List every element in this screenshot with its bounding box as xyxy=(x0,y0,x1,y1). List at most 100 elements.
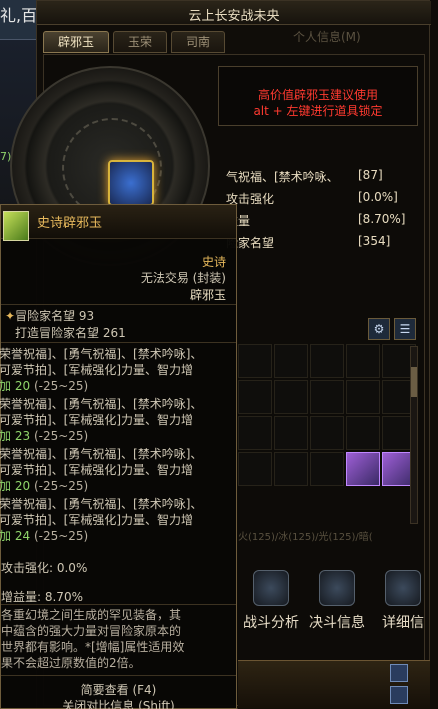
tab-bar: 辟邪玉 玉荣 司南 xyxy=(43,31,226,53)
bottom-right-icons xyxy=(390,664,408,704)
item-description: 各重幻境之间生成的罕见装备，其 中蕴含的强大力量对冒险家原本的 世界都有影响。*… xyxy=(1,607,236,671)
inventory-toolbar: ⚙ ☰ xyxy=(368,318,416,340)
calendar-icon[interactable] xyxy=(390,664,408,682)
buff-value-line: 加 20 (-25~25) xyxy=(0,477,88,494)
stat-row: 气祝福、[禁术吟咏、 [87] xyxy=(226,166,416,188)
buff-value: 20 xyxy=(14,379,31,393)
inventory-slot[interactable] xyxy=(310,344,344,378)
notice-line-2: alt + 左键进行道具锁定 xyxy=(253,104,383,118)
buff-value: 20 xyxy=(14,479,31,493)
buff-lines: 荣誉祝福]、[勇气祝福]、[禁术吟咏]、 可爱节拍]、[军械强化]力量、智力增 … xyxy=(0,345,236,545)
battle-analysis-button[interactable]: 战斗分析 xyxy=(238,566,304,638)
duel-info-button[interactable]: 决斗信息 xyxy=(304,566,370,638)
divider xyxy=(1,304,236,305)
description-line: 世界都有影响。*[增幅]属性适用效 xyxy=(1,640,185,654)
party-icon[interactable] xyxy=(390,686,408,704)
inventory-slot[interactable] xyxy=(274,452,308,486)
jade-item-icon xyxy=(3,211,29,241)
personal-info-tab-faded[interactable]: 个人信息(M) xyxy=(293,28,361,45)
buff-amount-stat: 增益量: 8.70% xyxy=(1,590,83,604)
inventory-slot[interactable] xyxy=(238,452,272,486)
item-type: 辟邪玉 xyxy=(189,288,226,302)
duel-info-icon xyxy=(319,570,355,606)
battle-analysis-icon xyxy=(253,570,289,606)
buff-prefix: 加 xyxy=(0,529,15,543)
inventory-slot[interactable] xyxy=(274,416,308,450)
element-resist-line: 火(125)/冰(125)/光(125)/暗( xyxy=(238,532,373,543)
tab-jade-glory[interactable]: 玉荣 xyxy=(113,31,168,53)
inventory-slot[interactable] xyxy=(274,380,308,414)
stat-value: [8.70%] xyxy=(358,212,406,226)
inventory-slot[interactable] xyxy=(310,452,344,486)
buff-block: 荣誉祝福]、[勇气祝福]、[禁术吟咏]、 可爱节拍]、[军械强化]力量、智力增 … xyxy=(0,395,236,445)
inventory-grid xyxy=(238,344,416,486)
inventory-slot[interactable] xyxy=(238,416,272,450)
gear-icon[interactable]: ⚙ xyxy=(368,318,390,340)
inventory-slot[interactable] xyxy=(238,380,272,414)
game-screen: 礼,百 7) 云上长安战未央 辟邪玉 玉荣 司南 个人信息(M) 高价值辟邪玉建… xyxy=(0,0,438,709)
buff-line: 荣誉祝福]、[勇气祝福]、[禁术吟咏]、 xyxy=(0,447,203,461)
menu-label: 详细信 xyxy=(382,615,424,631)
brief-view-hint: 简要查看 (F4) xyxy=(80,683,157,697)
buff-prefix: 加 xyxy=(0,429,15,443)
bottom-menu: 战斗分析 决斗信息 详细信 xyxy=(238,566,436,638)
tab-compass[interactable]: 司南 xyxy=(171,31,226,53)
close-compare-hint: 关闭对比信息 (Shift) xyxy=(62,699,175,709)
buff-block: 荣誉祝福]、[勇气祝福]、[禁术吟咏]、 可爱节拍]、[军械强化]力量、智力增 … xyxy=(0,495,236,545)
item-name: 史诗辟邪玉 xyxy=(37,216,103,231)
notice-line-1: 高价值辟邪玉建议使用 xyxy=(257,88,378,102)
inventory-scrollbar[interactable] xyxy=(410,346,418,524)
buff-range: (-25~25) xyxy=(33,479,89,493)
buff-line: 荣誉祝福]、[勇气祝福]、[禁术吟咏]、 xyxy=(0,347,203,361)
list-icon[interactable]: ☰ xyxy=(394,318,416,340)
inventory-slot[interactable] xyxy=(346,380,380,414)
stat-row: 险家名望 [354] xyxy=(226,232,416,254)
buff-block: 荣誉祝福]、[勇气祝福]、[禁术吟咏]、 可爱节拍]、[军械强化]力量、智力增 … xyxy=(0,445,236,495)
window-title: 云上长安战未央 xyxy=(188,9,280,24)
stat-row: 攻击强化 [0.0%] xyxy=(226,188,416,210)
window-titlebar[interactable]: 云上长安战未央 xyxy=(37,1,431,25)
renown-text: 冒险家名望 93 xyxy=(15,309,95,323)
buff-line: 可爱节拍]、[军械强化]力量、智力增 xyxy=(0,413,194,427)
right-stats: 气祝福、[禁术吟咏、 [87] 攻击强化 [0.0%] 益量 [8.70%] 险… xyxy=(226,166,416,254)
detail-info-button[interactable]: 详细信 xyxy=(370,566,436,638)
inventory-slot[interactable] xyxy=(346,416,380,450)
buff-prefix: 加 xyxy=(0,379,15,393)
menu-label: 决斗信息 xyxy=(309,615,365,631)
buff-value: 24 xyxy=(14,529,31,543)
star-icon: ✦ xyxy=(5,309,16,323)
tab-pixie-jade[interactable]: 辟邪玉 xyxy=(43,31,110,53)
description-line: 各重幻境之间生成的罕见装备，其 xyxy=(1,608,182,622)
buff-value-line: 加 24 (-25~25) xyxy=(0,527,88,544)
buff-block: 荣誉祝福]、[勇气祝福]、[禁术吟咏]、 可爱节拍]、[军械强化]力量、智力增 … xyxy=(0,345,236,395)
buff-value-line: 加 23 (-25~25) xyxy=(0,427,88,444)
stat-value: [354] xyxy=(358,234,391,248)
tooltip-header: 史诗辟邪玉 xyxy=(1,205,236,241)
detail-info-icon xyxy=(385,570,421,606)
inventory-slot[interactable] xyxy=(310,380,344,414)
lock-notice: 高价值辟邪玉建议使用 alt + 左键进行道具锁定 xyxy=(218,66,418,126)
item-trade-status: 无法交易 (封装) xyxy=(140,271,226,285)
inventory-slot[interactable] xyxy=(346,344,380,378)
scrollbar-thumb[interactable] xyxy=(411,367,417,397)
buff-line: 可爱节拍]、[军械强化]力量、智力增 xyxy=(0,463,194,477)
inventory-slot[interactable] xyxy=(274,344,308,378)
forge-renown: 打造冒险家名望 261 xyxy=(15,326,126,340)
stat-value: [0.0%] xyxy=(358,190,398,204)
item-tooltip: 史诗辟邪玉 史诗 无法交易 (封装) 辟邪玉 ✦冒险家名望 93 打造冒险家名望… xyxy=(0,204,237,709)
stat-label: 气祝福、[禁术吟咏、 xyxy=(226,170,339,184)
background-text: 礼,百 xyxy=(0,6,38,25)
stat-value: [87] xyxy=(358,168,383,182)
buff-range: (-25~25) xyxy=(33,529,89,543)
buff-range: (-25~25) xyxy=(33,379,89,393)
buff-line: 可爱节拍]、[军械强化]力量、智力增 xyxy=(0,513,194,527)
menu-label: 战斗分析 xyxy=(243,615,299,631)
inventory-slot[interactable] xyxy=(238,344,272,378)
divider xyxy=(1,342,236,343)
buff-line: 荣誉祝福]、[勇气祝福]、[禁术吟咏]、 xyxy=(0,497,203,511)
inventory-slot[interactable] xyxy=(310,416,344,450)
equipped-jade-slot[interactable] xyxy=(108,160,154,206)
divider xyxy=(1,604,236,605)
inventory-jade-item[interactable] xyxy=(346,452,380,486)
adventurer-renown: ✦冒险家名望 93 xyxy=(5,307,94,324)
